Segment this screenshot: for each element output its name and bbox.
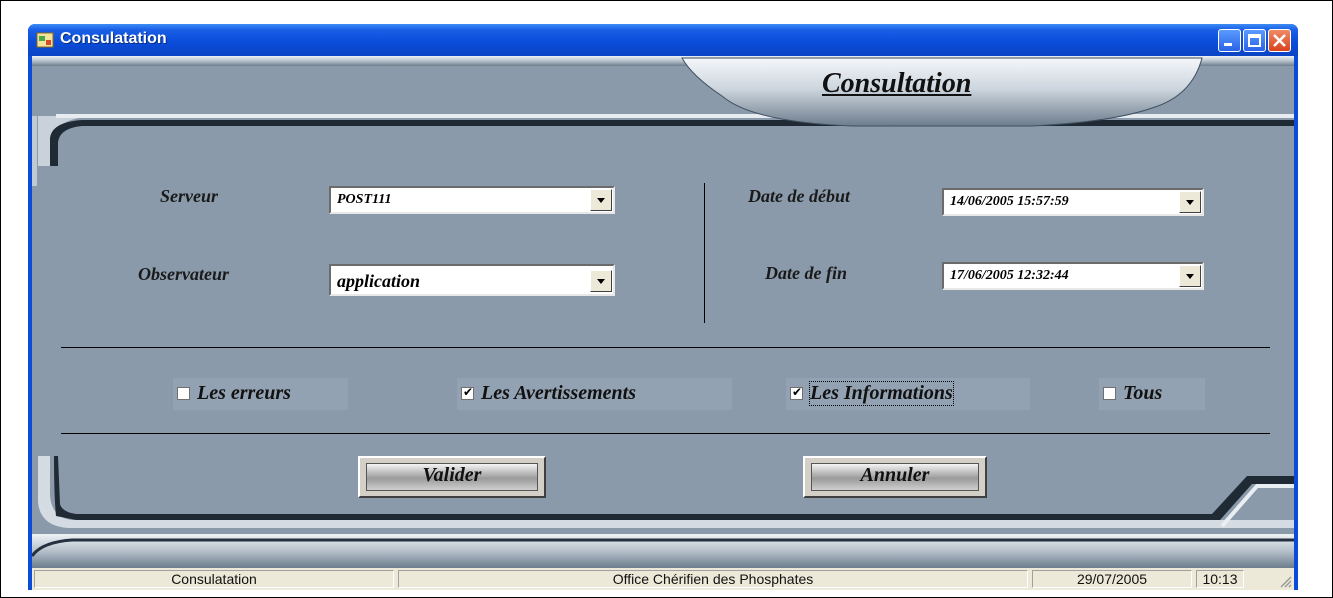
erreurs-checkbox[interactable] (177, 387, 190, 400)
maximize-button[interactable] (1243, 29, 1266, 52)
date-fin-label: Date de fin (765, 263, 847, 283)
filter-avertissements[interactable]: Les Avertissements (457, 378, 732, 410)
informations-label: Les Informations (809, 381, 954, 406)
date-debut-dropdown-icon[interactable] (1179, 191, 1201, 213)
status-time: 10:13 (1196, 570, 1244, 588)
divider-bottom (61, 433, 1270, 434)
status-bar: Consulatation Office Chérifien des Phosp… (32, 568, 1294, 590)
observateur-value: application (337, 271, 421, 291)
decorative-frame (32, 56, 1294, 568)
date-fin-picker[interactable]: 17/06/2005 12:32:44 (942, 262, 1204, 290)
date-debut-picker[interactable]: 14/06/2005 15:57:59 (942, 188, 1204, 216)
client-area: Consultation Serveur POST111 Observateur… (32, 56, 1294, 586)
tous-label: Tous (1123, 382, 1163, 404)
serveur-combobox[interactable]: POST111 (329, 186, 615, 214)
tous-checkbox[interactable] (1103, 387, 1116, 400)
erreurs-label: Les erreurs (197, 382, 291, 404)
observateur-label: Observateur (138, 264, 229, 284)
serveur-dropdown-icon[interactable] (590, 189, 612, 211)
annuler-button[interactable]: Annuler (803, 456, 987, 498)
resize-grip-icon[interactable] (1278, 574, 1292, 588)
date-fin-dropdown-icon[interactable] (1179, 265, 1201, 287)
vertical-divider (704, 183, 705, 323)
valider-button[interactable]: Valider (358, 456, 546, 498)
observateur-dropdown-icon[interactable] (590, 270, 612, 292)
annuler-label: Annuler (860, 464, 930, 486)
status-date: 29/07/2005 (1032, 570, 1192, 588)
status-company: Office Chérifien des Phosphates (398, 570, 1028, 588)
close-icon (1273, 34, 1286, 47)
date-debut-label: Date de début (748, 186, 850, 206)
serveur-label: Serveur (160, 186, 218, 206)
title-bar[interactable]: Consulatation (28, 24, 1298, 56)
divider-top (61, 347, 1270, 348)
observateur-combobox[interactable]: application (329, 264, 615, 296)
application-window: Consulatation Consultation Serveur POST1… (28, 24, 1298, 590)
consultation-banner: Consultation (822, 68, 972, 99)
app-icon (36, 32, 54, 48)
date-fin-value: 17/06/2005 12:32:44 (950, 268, 1069, 283)
avertissements-checkbox[interactable] (461, 385, 474, 400)
minimize-button[interactable] (1218, 29, 1241, 52)
serveur-value: POST111 (337, 192, 392, 207)
status-app-name: Consulatation (34, 570, 394, 588)
close-button[interactable] (1268, 29, 1291, 52)
filter-informations[interactable]: Les Informations (786, 378, 1030, 410)
informations-checkbox[interactable] (790, 385, 803, 400)
avertissements-label: Les Avertissements (481, 382, 636, 404)
minimize-icon (1224, 43, 1232, 46)
window-title: Consulatation (60, 30, 167, 47)
filter-erreurs[interactable]: Les erreurs (173, 378, 348, 410)
filter-tous[interactable]: Tous (1099, 378, 1205, 410)
maximize-icon (1248, 34, 1261, 47)
valider-label: Valider (422, 464, 482, 486)
date-debut-value: 14/06/2005 15:57:59 (950, 194, 1069, 209)
